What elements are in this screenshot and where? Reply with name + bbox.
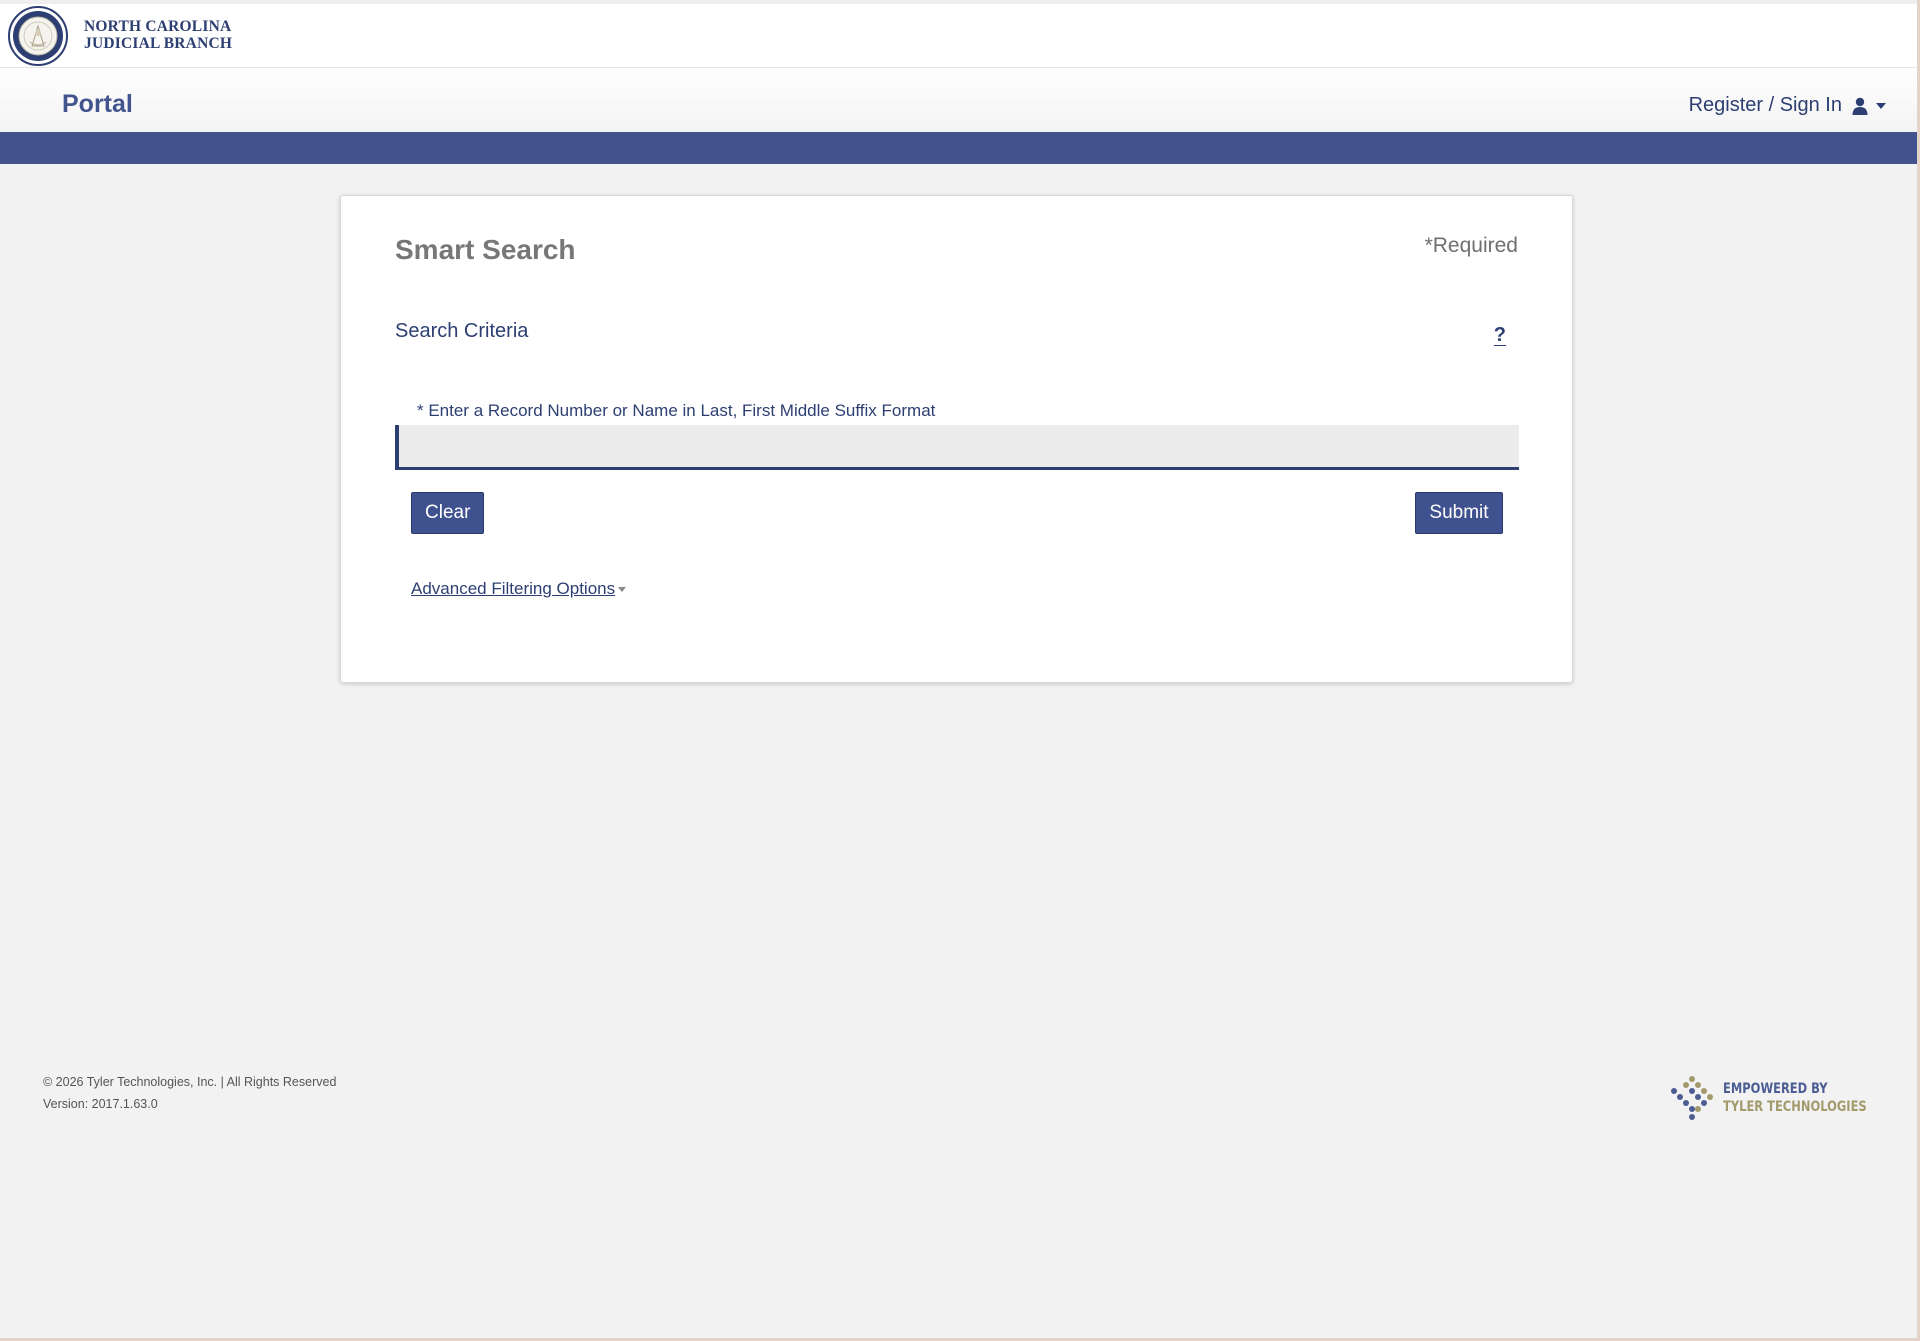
logo-line-1: EMPOWERED BY — [1723, 1081, 1828, 1097]
tyler-logo-mark-icon — [1671, 1076, 1713, 1120]
caret-down-icon — [618, 586, 627, 592]
header-stripe — [0, 132, 1917, 164]
brand-bar: NORTH CAROLINA JUDICIAL BRANCH — [0, 0, 1917, 68]
version-text: Version: 2017.1.63.0 — [43, 1097, 158, 1111]
search-criteria-heading: Search Criteria — [395, 320, 529, 342]
tyler-logo-text: EMPOWERED BY TYLER TECHNOLOGIES — [1723, 1080, 1867, 1116]
smart-search-card: Smart Search *Required Search Criteria ?… — [340, 195, 1573, 683]
tyler-technologies-logo: EMPOWERED BY TYLER TECHNOLOGIES — [1670, 1075, 1898, 1121]
user-icon — [1852, 97, 1868, 115]
court-seal-icon[interactable] — [8, 6, 68, 66]
brand-line-1: NORTH CAROLINA — [84, 18, 232, 35]
advanced-filtering-label: Advanced Filtering Options — [411, 579, 616, 598]
portal-title[interactable]: Portal — [62, 90, 133, 119]
required-note: *Required — [1424, 234, 1518, 257]
page-title: Smart Search — [395, 234, 576, 265]
help-icon[interactable]: ? — [1493, 325, 1506, 346]
brand-line-2: JUDICIAL BRANCH — [84, 34, 233, 52]
search-input[interactable] — [395, 425, 1519, 470]
footer-info: © 2026 Tyler Technologies, Inc. | All Ri… — [43, 1071, 336, 1115]
copyright-text: © 2026 Tyler Technologies, Inc. | All Ri… — [43, 1075, 337, 1089]
submit-button[interactable]: Submit — [1415, 492, 1503, 534]
page: NORTH CAROLINA JUDICIAL BRANCH Portal Re… — [0, 0, 1920, 1341]
caret-down-icon — [1876, 102, 1886, 109]
nav-bar: Portal Register / Sign In — [0, 68, 1917, 132]
brand-name[interactable]: NORTH CAROLINA JUDICIAL BRANCH — [84, 18, 233, 52]
clear-button[interactable]: Clear — [411, 492, 484, 534]
search-field-label: * Enter a Record Number or Name in Last,… — [417, 401, 936, 420]
register-sign-in-menu[interactable]: Register / Sign In — [1689, 94, 1886, 117]
logo-line-2: TYLER TECHNOLOGIES — [1723, 1099, 1867, 1115]
sign-in-label: Register / Sign In — [1688, 94, 1842, 116]
advanced-filtering-options-link[interactable]: Advanced Filtering Options — [411, 579, 627, 599]
